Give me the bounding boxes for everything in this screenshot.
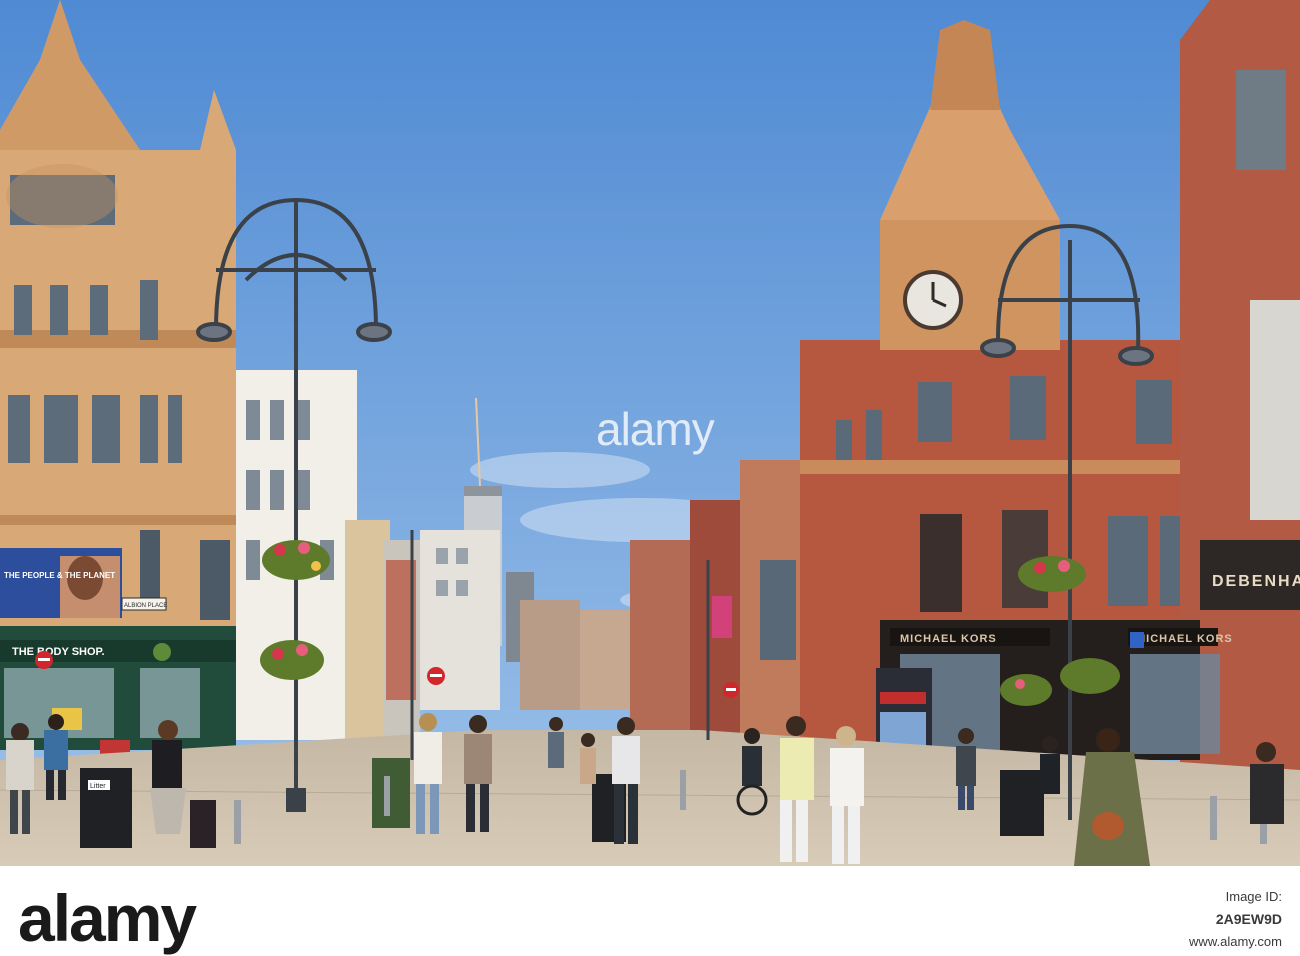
image-info: Image ID: 2A9EW9D www.alamy.com — [1170, 886, 1282, 953]
street-name-text: ALBION PLACE — [124, 603, 167, 609]
street-name-plate: ALBION PLACE — [121, 597, 167, 611]
image-id-row: Image ID: 2A9EW9D — [1170, 886, 1282, 931]
litter-bin-left: Litter — [80, 768, 132, 848]
bin-label: Litter — [90, 783, 106, 790]
store-corner-sign: DEBENHAMS — [1212, 573, 1300, 590]
advert-poster: THE PEOPLE & THE PLANET — [0, 548, 122, 618]
image-id: 2A9EW9D — [1215, 911, 1282, 927]
fashion-store-sign-2: MICHAEL KORS — [1136, 633, 1233, 645]
street-photo: THE PEOPLE & THE PLANET THE BODY SHOP. A… — [0, 0, 1300, 866]
alamy-logo: alamy — [18, 880, 197, 956]
body-shop-storefront: THE BODY SHOP. — [0, 626, 236, 760]
green-bin — [372, 758, 410, 828]
watermark: alamy — [596, 403, 715, 455]
site-url: www.alamy.com — [1189, 934, 1282, 949]
body-shop-sign: THE BODY SHOP. — [12, 646, 105, 658]
logo-text: alamy — [18, 881, 197, 955]
poster-text: THE PEOPLE & THE PLANET — [4, 571, 115, 580]
fashion-store-sign: MICHAEL KORS — [900, 633, 997, 645]
fashion-storefront: MICHAEL KORS MICHAEL KORS — [880, 620, 1233, 760]
litter-bin-right — [1000, 770, 1044, 836]
image-id-label: Image ID: — [1225, 889, 1282, 904]
stock-photo-frame: THE PEOPLE & THE PLANET THE BODY SHOP. A… — [0, 0, 1300, 956]
fashion-poster — [920, 514, 962, 612]
